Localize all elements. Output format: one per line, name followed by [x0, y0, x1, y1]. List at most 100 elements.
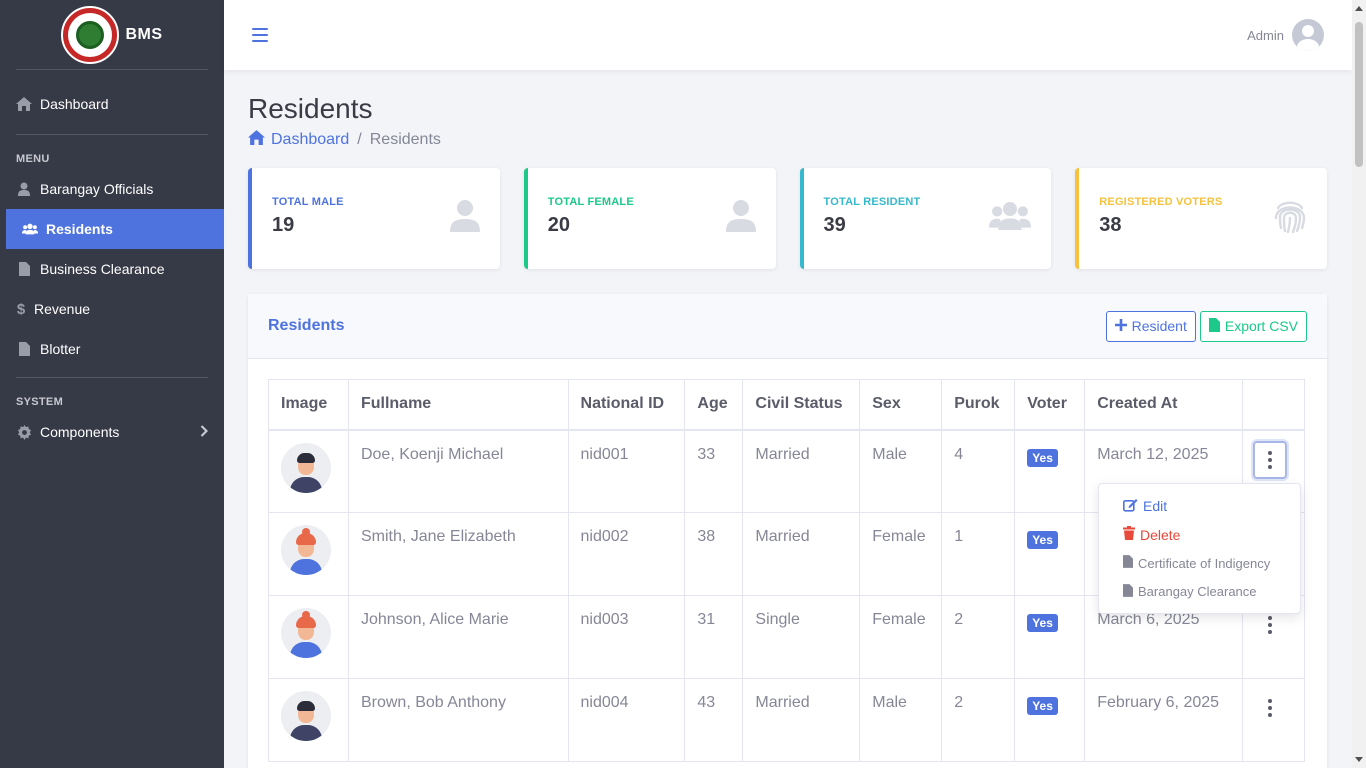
cell-image [268, 595, 349, 679]
file-icon [16, 341, 32, 357]
sidebar-item-label: Residents [46, 221, 113, 237]
stat-label: TOTAL FEMALE [547, 196, 634, 208]
breadcrumb-current: Residents [369, 131, 441, 148]
column-header-civil-status[interactable]: Civil Status [742, 379, 861, 431]
cell-sex: Male [859, 678, 943, 762]
voter-badge: Yes [1027, 614, 1058, 632]
voter-badge: Yes [1027, 697, 1058, 715]
column-header-sex[interactable]: Sex [859, 379, 943, 431]
row-actions-button[interactable] [1252, 440, 1287, 479]
breadcrumb-home[interactable]: Dashboard [248, 130, 349, 150]
page-scrollbar[interactable] [1352, 0, 1366, 768]
breadcrumb-separator: / [357, 131, 362, 148]
cell-image [268, 429, 349, 513]
user-icon [449, 200, 480, 237]
stat-value: 19 [272, 214, 295, 236]
cell-image [268, 512, 349, 596]
panel-header: Residents Resident Export CSV [248, 294, 1327, 359]
chevron-right-icon [200, 424, 209, 440]
sidebar-heading-system: SYSTEM [16, 396, 64, 408]
user-tie-icon [16, 181, 32, 197]
sidebar-item-blotter[interactable]: Blotter [0, 329, 224, 369]
plus-icon [1114, 318, 1127, 334]
menu-item-barangay-clearance[interactable]: Barangay Clearance [1099, 578, 1300, 607]
cell-national-id: nid004 [567, 678, 686, 762]
file-icon [1123, 555, 1133, 571]
stat-card-total-male: TOTAL MALE 19 [248, 168, 500, 269]
column-header-age[interactable]: Age [684, 379, 744, 431]
cell-age: 33 [684, 429, 744, 513]
row-actions-button[interactable] [1253, 689, 1287, 727]
cell-voter: Yes [1014, 678, 1086, 762]
menu-item-delete[interactable]: Delete [1099, 521, 1300, 550]
column-header-fullname[interactable]: Fullname [347, 379, 569, 431]
users-icon [22, 221, 38, 237]
add-resident-label: Resident [1131, 318, 1187, 334]
sidebar-item-dashboard[interactable]: Dashboard [0, 84, 224, 124]
cell-national-id: nid002 [567, 512, 686, 596]
sidebar-divider [16, 134, 208, 135]
stat-card-total-resident: TOTAL RESIDENT 39 [799, 168, 1052, 269]
cell-fullname: Doe, Koenji Michael [347, 429, 569, 513]
scroll-down-icon[interactable] [1355, 757, 1363, 762]
brand-name: BMS [125, 25, 163, 43]
menu-item-label: Edit [1143, 498, 1168, 515]
stat-label: TOTAL MALE [272, 196, 344, 208]
cell-sex: Female [859, 512, 943, 596]
breadcrumb-home-label: Dashboard [271, 131, 350, 148]
resident-avatar [281, 442, 331, 493]
sidebar-item-residents[interactable]: Residents [6, 209, 224, 249]
sidebar-item-label: Blotter [40, 341, 81, 357]
resident-avatar [281, 525, 331, 575]
cell-sex: Male [859, 429, 943, 513]
sidebar-item-business-clearance[interactable]: Business Clearance [0, 249, 224, 289]
menu-item-label: Delete [1140, 526, 1181, 543]
sidebar-item-label: Business Clearance [40, 261, 165, 277]
sidebar-heading-menu: MENU [16, 153, 50, 165]
sidebar-item-label: Dashboard [40, 96, 109, 112]
export-csv-label: Export CSV [1224, 318, 1298, 334]
user-name: Admin [1247, 27, 1284, 43]
column-header-created-at[interactable]: Created At [1084, 379, 1243, 431]
user-menu[interactable]: Admin [1247, 19, 1324, 51]
stat-card-registered-voters: REGISTERED VOTERS 38 [1075, 168, 1327, 269]
column-header-purok[interactable]: Purok [941, 379, 1016, 431]
panel-title: Residents [268, 317, 345, 334]
column-header-national-id[interactable]: National ID [567, 379, 686, 431]
dollar-icon: $ [16, 300, 26, 318]
sidebar-item-components[interactable]: Components [0, 412, 224, 452]
cell-purok: 4 [941, 429, 1016, 513]
cell-civil-status: Married [742, 512, 861, 596]
cell-voter: Yes [1014, 429, 1086, 513]
brand[interactable]: BMS [16, 0, 208, 70]
scrollbar-thumb[interactable] [1355, 22, 1363, 167]
voter-badge: Yes [1027, 448, 1058, 467]
column-header-voter[interactable]: Voter [1014, 379, 1086, 431]
menu-item-label: Certificate of Indigency [1138, 555, 1271, 571]
barangay-logo [61, 5, 120, 64]
menu-item-edit[interactable]: Edit [1099, 492, 1300, 521]
users-icon [989, 202, 1032, 235]
cell-fullname: Brown, Bob Anthony [347, 678, 569, 762]
menu-item-certificate-of-indigency[interactable]: Certificate of Indigency [1099, 549, 1300, 578]
home-icon [16, 96, 32, 112]
menu-toggle-icon[interactable] [252, 28, 268, 42]
export-csv-button[interactable]: Export CSV [1199, 310, 1307, 342]
sidebar: BMS Dashboard MENU Barangay Officials Re… [0, 0, 224, 768]
cell-age: 31 [684, 595, 744, 679]
home-icon [248, 130, 265, 150]
cell-purok: 1 [941, 512, 1016, 596]
topbar: Admin [224, 0, 1352, 70]
scroll-up-icon[interactable] [1355, 6, 1363, 11]
column-header-image[interactable]: Image [268, 379, 349, 431]
user-avatar [1292, 19, 1324, 51]
add-resident-button[interactable]: Resident [1105, 310, 1196, 342]
menu-item-label: Barangay Clearance [1138, 584, 1257, 600]
sidebar-divider [16, 377, 208, 378]
sidebar-item-revenue[interactable]: $ Revenue [0, 289, 224, 329]
stat-cards: TOTAL MALE 19 TOTAL FEMALE 20 TOTAL RESI… [248, 168, 1327, 269]
sidebar-item-barangay-officials[interactable]: Barangay Officials [0, 169, 224, 209]
sidebar-item-label: Components [40, 424, 120, 440]
cell-fullname: Smith, Jane Elizabeth [347, 512, 569, 596]
cell-voter: Yes [1014, 512, 1086, 596]
